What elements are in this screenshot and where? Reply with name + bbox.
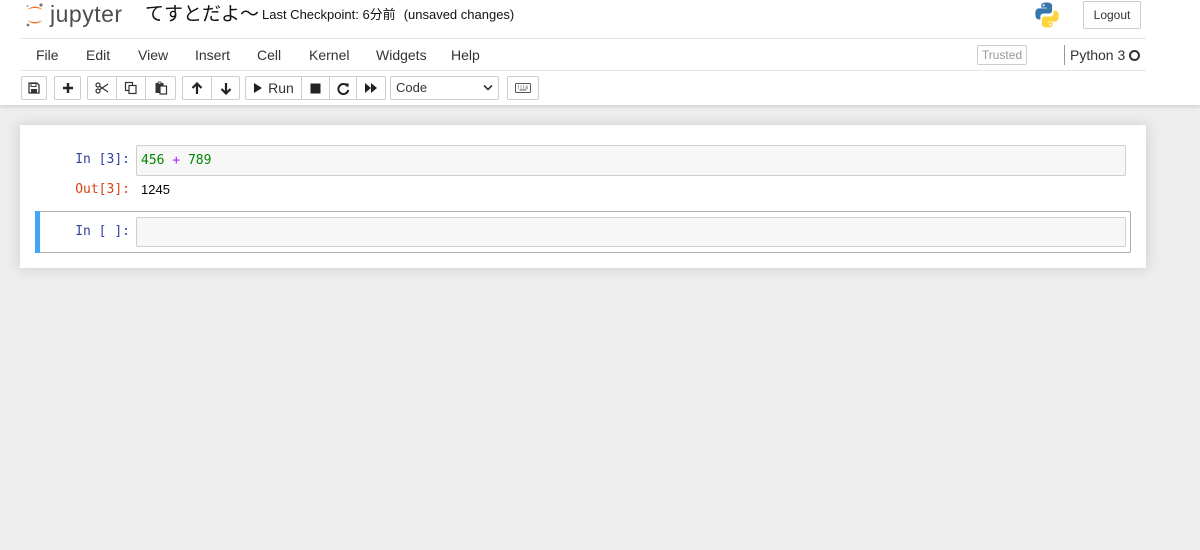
move-up-button[interactable] bbox=[182, 76, 212, 100]
save-icon bbox=[28, 82, 40, 94]
input-prompt: In [ ]: bbox=[75, 224, 130, 239]
checkpoint-status: Last Checkpoint: 6分前 (unsaved changes) bbox=[262, 7, 514, 23]
notebook-name[interactable]: てすとだよ〜 bbox=[145, 1, 259, 27]
last-checkpoint: Last Checkpoint: 6分前 bbox=[262, 7, 396, 22]
arrow-down-icon bbox=[220, 82, 231, 95]
copy-icon bbox=[124, 81, 137, 95]
fast-forward-icon bbox=[365, 83, 377, 93]
command-palette-button[interactable] bbox=[507, 76, 539, 100]
trusted-indicator[interactable]: Trusted bbox=[977, 45, 1027, 65]
code-input-area[interactable]: 456 + 789 bbox=[136, 145, 1126, 176]
jupyter-logo-icon bbox=[26, 3, 43, 27]
header: jupyter てすとだよ〜 Last Checkpoint: 6分前 (unsa… bbox=[0, 0, 1200, 105]
output-prompt: Out[3]: bbox=[75, 182, 130, 197]
kernel-idle-icon bbox=[1129, 50, 1140, 61]
restart-icon bbox=[336, 82, 349, 95]
cell-type-select[interactable]: Code bbox=[390, 76, 499, 100]
python-icon bbox=[1035, 2, 1059, 28]
menu-insert[interactable]: Insert bbox=[195, 47, 230, 63]
play-icon bbox=[254, 83, 263, 93]
save-button[interactable] bbox=[21, 76, 47, 100]
toolbar: Run Code bbox=[20, 76, 1146, 100]
scissors-icon bbox=[95, 82, 109, 94]
menu-file[interactable]: File bbox=[36, 47, 59, 63]
menu-edit[interactable]: Edit bbox=[86, 47, 110, 63]
menu-help[interactable]: Help bbox=[451, 47, 480, 63]
run-label: Run bbox=[268, 80, 294, 96]
cut-button[interactable] bbox=[87, 76, 117, 100]
copy-button[interactable] bbox=[116, 76, 146, 100]
kernel-separator bbox=[1064, 45, 1065, 65]
code-operator: + bbox=[172, 153, 181, 168]
menu-widgets[interactable]: Widgets bbox=[376, 47, 427, 63]
paste-button[interactable] bbox=[145, 76, 176, 100]
move-down-button[interactable] bbox=[211, 76, 240, 100]
paste-icon bbox=[155, 81, 167, 95]
interrupt-kernel-button[interactable] bbox=[301, 76, 330, 100]
insert-cell-button[interactable] bbox=[54, 76, 81, 100]
stop-icon bbox=[310, 83, 321, 93]
code-number: 789 bbox=[187, 153, 212, 168]
jupyter-logo[interactable]: jupyter bbox=[24, 0, 123, 30]
keyboard-icon bbox=[515, 83, 531, 93]
menu-kernel[interactable]: Kernel bbox=[309, 47, 349, 63]
jupyter-logo-text: jupyter bbox=[50, 0, 123, 27]
code-cell-selected[interactable]: In [ ]: bbox=[35, 211, 1131, 253]
cell-output: 1245 bbox=[141, 182, 170, 197]
plus-icon bbox=[62, 83, 73, 93]
menu-view[interactable]: View bbox=[138, 47, 168, 63]
code-input-area[interactable] bbox=[136, 217, 1126, 247]
logout-button[interactable]: Logout bbox=[1083, 1, 1141, 29]
code-number: 456 bbox=[141, 153, 165, 168]
kernel-name: Python 3 bbox=[1070, 47, 1126, 63]
run-button[interactable]: Run bbox=[245, 76, 302, 100]
menu-cell[interactable]: Cell bbox=[257, 47, 281, 63]
autosave-status: (unsaved changes) bbox=[403, 7, 515, 22]
input-prompt: In [3]: bbox=[75, 152, 130, 167]
restart-run-all-button[interactable] bbox=[356, 76, 386, 100]
restart-kernel-button[interactable] bbox=[329, 76, 357, 100]
chevron-down-icon bbox=[483, 84, 493, 91]
python-logo bbox=[1033, 1, 1061, 34]
menubar: File Edit View Insert Cell Kernel Widget… bbox=[20, 38, 1146, 71]
code-text[interactable]: 456 + 789 bbox=[141, 153, 211, 169]
arrow-up-icon bbox=[191, 81, 203, 94]
cell-type-value: Code bbox=[396, 80, 428, 95]
notebook-container: In [3]: 456 + 789 Out[3]: 1245 In [ ]: bbox=[20, 125, 1146, 268]
